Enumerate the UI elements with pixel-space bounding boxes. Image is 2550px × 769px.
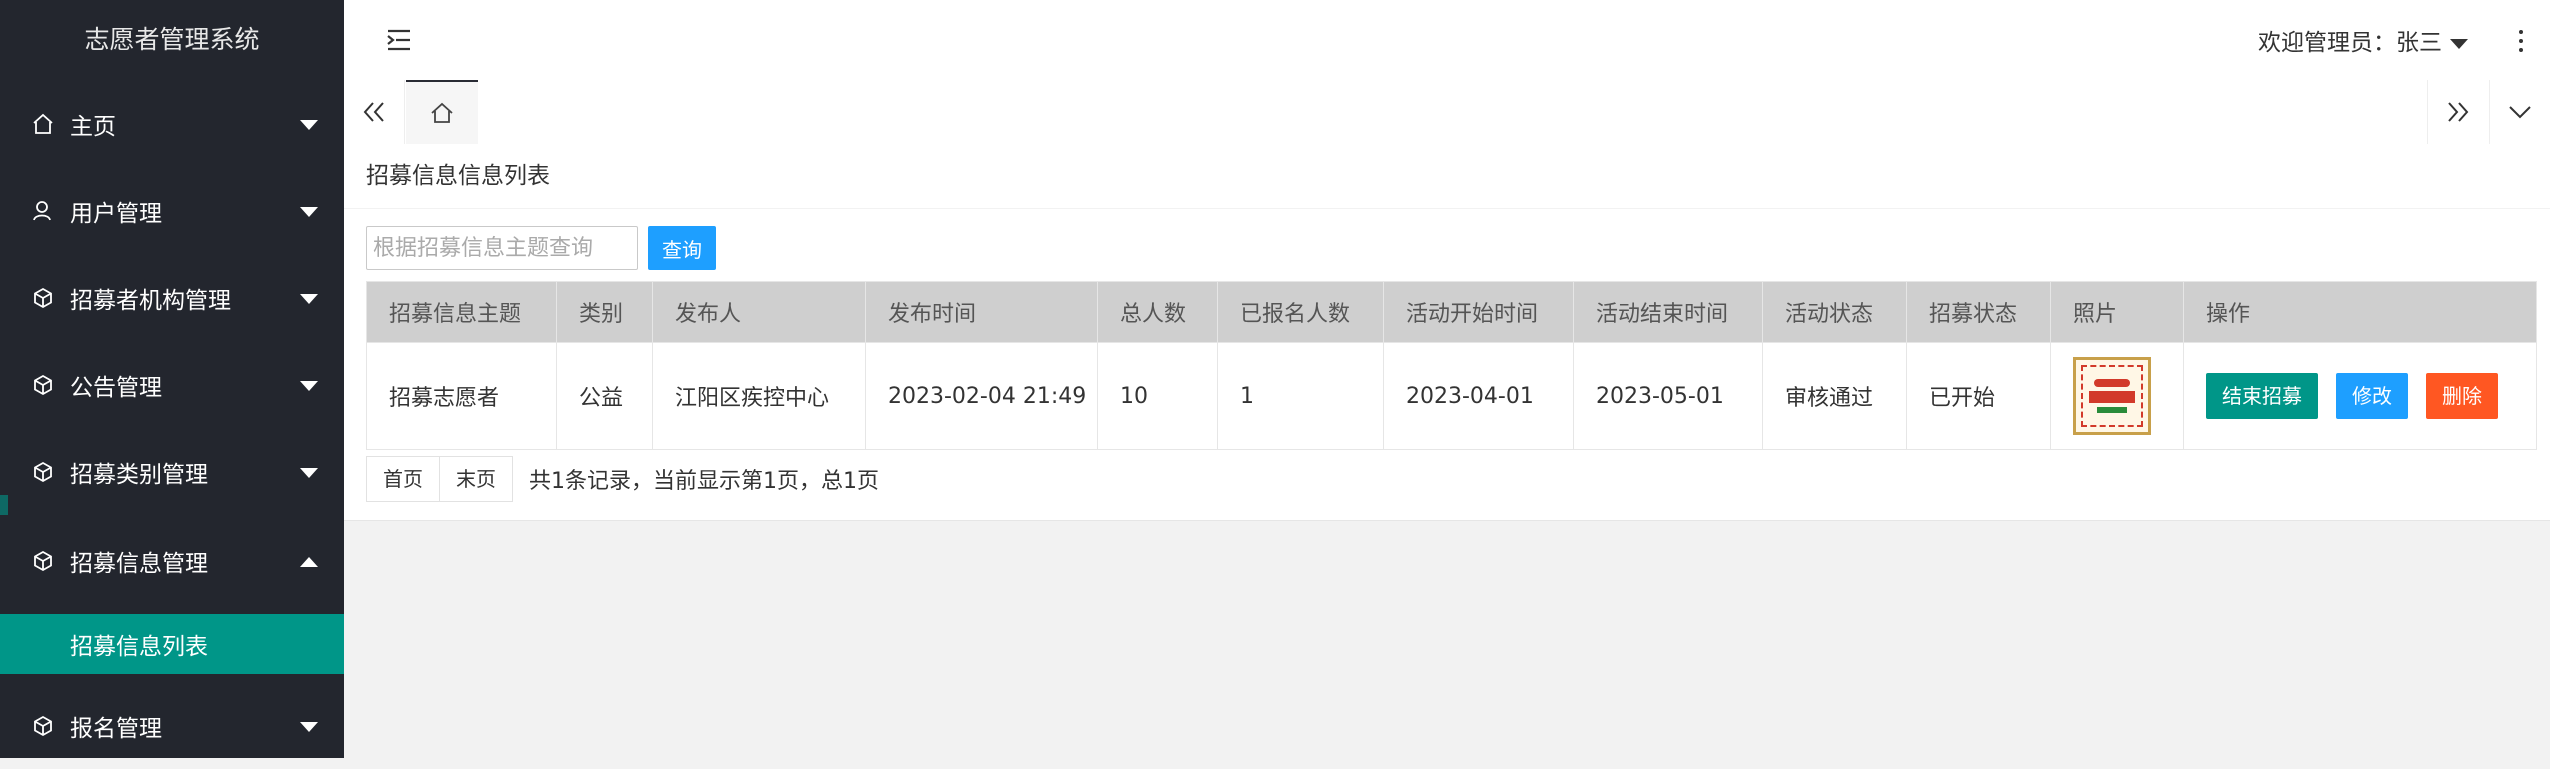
end-recruit-button[interactable]: 结束招募	[2206, 373, 2318, 419]
cell-category: 公益	[556, 342, 653, 450]
double-chevron-left-icon	[363, 102, 384, 122]
sidebar-item-label: 招募者机构管理	[70, 287, 231, 314]
column-header: 发布时间	[865, 281, 1098, 343]
cell-start-time: 2023-04-01	[1383, 342, 1574, 450]
app-title: 志愿者管理系统	[84, 25, 260, 54]
tab-scroll-right-button[interactable]	[2427, 80, 2488, 144]
sidebar-item-label: 招募信息管理	[70, 550, 208, 577]
sidebar-item-label: 用户管理	[70, 200, 162, 227]
tab-scroll-left-button[interactable]	[344, 80, 405, 144]
content-card: 招募信息信息列表 查询 招募信息主题 类别 发布人 发布时间 总人数 已报名人数…	[344, 144, 2550, 521]
first-page-button[interactable]: 首页	[366, 456, 440, 502]
sidebar-item-label: 公告管理	[70, 374, 162, 401]
cube-icon	[30, 713, 56, 739]
home-icon	[431, 102, 453, 123]
column-header: 招募状态	[1906, 281, 2051, 343]
search-input[interactable]	[366, 226, 638, 270]
column-header: 操作	[2183, 281, 2537, 343]
data-table: 招募信息主题 类别 发布人 发布时间 总人数 已报名人数 活动开始时间 活动结束…	[366, 281, 2537, 450]
cell-end-time: 2023-05-01	[1573, 342, 1763, 450]
recruit-photo[interactable]	[2073, 357, 2151, 435]
chevron-down-icon	[300, 467, 318, 478]
pagination: 首页 末页 共1条记录，当前显示第1页，总1页	[366, 456, 879, 502]
cell-photo	[2050, 342, 2184, 450]
column-header: 类别	[556, 281, 653, 343]
edit-button[interactable]: 修改	[2336, 373, 2408, 419]
menu-collapse-icon[interactable]	[386, 28, 412, 52]
chevron-down-icon	[300, 721, 318, 732]
sidebar-item-recruiter-org[interactable]: 招募者机构管理	[0, 254, 344, 341]
cell-actions: 结束招募 修改 删除	[2183, 342, 2537, 450]
welcome-text: 欢迎管理员：张三	[2258, 30, 2442, 56]
sidebar: 志愿者管理系统 主页 用户管理 招募者机构管理 公告管理 招募类别管理 招募信息…	[0, 0, 344, 758]
table-row: 招募志愿者 公益 江阳区疾控中心 2023-02-04 21:49 10 1 2…	[366, 342, 2537, 450]
sidebar-subitem-recruit-list[interactable]: 招募信息列表	[0, 614, 344, 674]
sidebar-item-home[interactable]: 主页	[0, 80, 344, 167]
sidebar-item-users[interactable]: 用户管理	[0, 167, 344, 254]
column-header: 总人数	[1097, 281, 1218, 343]
sidebar-item-label: 招募类别管理	[70, 461, 208, 488]
cell-topic: 招募志愿者	[366, 342, 557, 450]
page-title: 招募信息信息列表	[366, 163, 550, 189]
cell-registered: 1	[1217, 342, 1384, 450]
column-header: 发布人	[652, 281, 866, 343]
divider	[344, 208, 2550, 209]
last-page-button[interactable]: 末页	[440, 456, 513, 502]
cell-publisher: 江阳区疾控中心	[652, 342, 866, 450]
column-header: 已报名人数	[1217, 281, 1384, 343]
sidebar-item-recruit-info[interactable]: 招募信息管理	[0, 495, 344, 604]
chevron-down-icon	[300, 119, 318, 130]
user-menu[interactable]: 欢迎管理员：张三	[2258, 23, 2468, 57]
chevron-down-icon	[300, 293, 318, 304]
cube-icon	[30, 459, 56, 485]
sidebar-item-registration[interactable]: 报名管理	[0, 682, 344, 769]
chevron-down-icon	[300, 380, 318, 391]
sidebar-item-recruit-category[interactable]: 招募类别管理	[0, 428, 344, 515]
column-header: 活动结束时间	[1573, 281, 1763, 343]
home-icon	[30, 111, 56, 137]
table-header-row: 招募信息主题 类别 发布人 发布时间 总人数 已报名人数 活动开始时间 活动结束…	[366, 281, 2537, 343]
column-header: 照片	[2050, 281, 2184, 343]
cell-recruit-status: 已开始	[1906, 342, 2051, 450]
cube-icon	[30, 372, 56, 398]
search-button[interactable]: 查询	[648, 226, 716, 270]
double-chevron-right-icon	[2448, 102, 2469, 122]
chevron-down-icon	[300, 206, 318, 217]
caret-down-icon	[2450, 38, 2468, 49]
column-header: 活动状态	[1762, 281, 1907, 343]
sidebar-subitem-label: 招募信息列表	[70, 634, 208, 660]
tab-bar	[344, 80, 2550, 145]
column-header: 招募信息主题	[366, 281, 557, 343]
cube-icon	[30, 285, 56, 311]
top-header: 欢迎管理员：张三	[344, 0, 2550, 81]
more-vertical-icon[interactable]	[2518, 30, 2524, 52]
sidebar-item-notice[interactable]: 公告管理	[0, 341, 344, 428]
cell-publish-time: 2023-02-04 21:49	[865, 342, 1098, 450]
chevron-down-icon	[2509, 106, 2531, 119]
user-icon	[30, 198, 56, 224]
sidebar-item-label: 报名管理	[70, 715, 162, 742]
tab-options-button[interactable]	[2489, 80, 2550, 144]
cell-total: 10	[1097, 342, 1218, 450]
pagination-info: 共1条记录，当前显示第1页，总1页	[529, 469, 879, 494]
column-header: 活动开始时间	[1383, 281, 1574, 343]
delete-button[interactable]: 删除	[2426, 373, 2498, 419]
sidebar-item-label: 主页	[70, 113, 116, 140]
cube-icon	[30, 548, 56, 574]
tab-home[interactable]	[406, 80, 478, 144]
chevron-up-icon	[300, 556, 318, 567]
cell-activity-status: 审核通过	[1762, 342, 1907, 450]
